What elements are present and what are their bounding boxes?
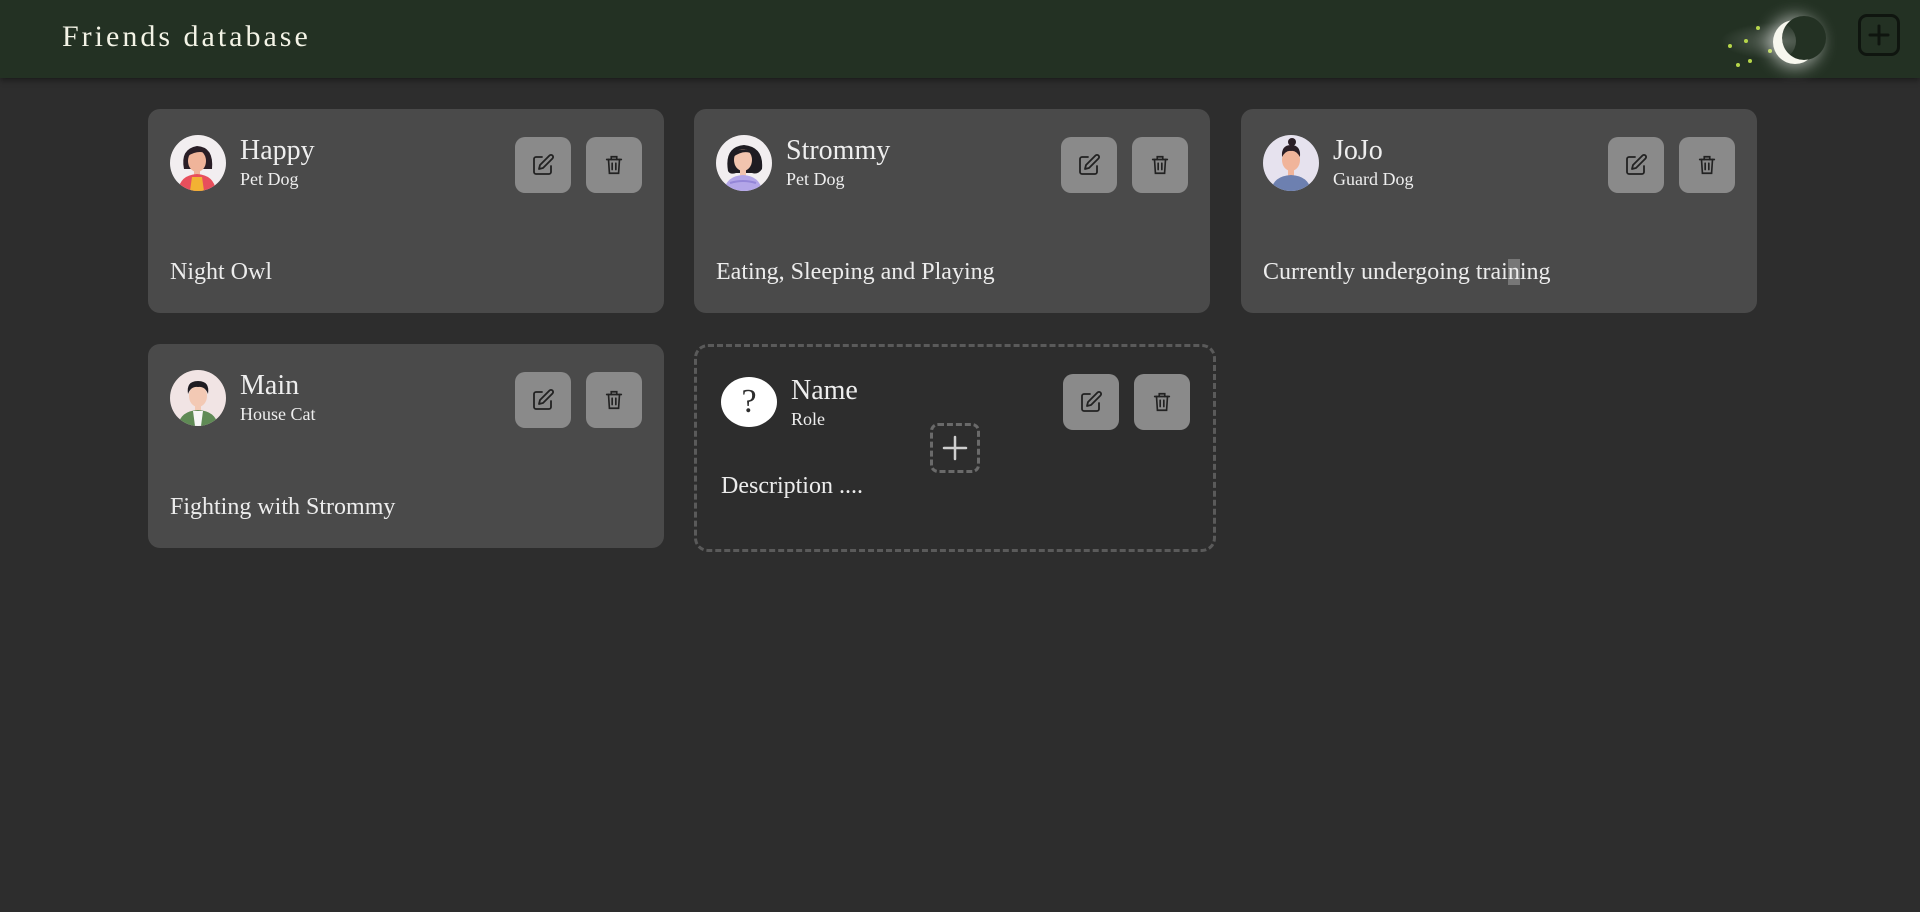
star-icon bbox=[1744, 39, 1748, 43]
avatar-man-icon bbox=[170, 370, 226, 426]
delete-button[interactable] bbox=[1134, 374, 1190, 430]
text-cursor-highlight: n bbox=[1507, 259, 1520, 285]
edit-button[interactable] bbox=[1063, 374, 1119, 430]
avatar-woman-icon bbox=[716, 135, 772, 191]
edit-icon bbox=[1079, 154, 1100, 175]
star-icon bbox=[1748, 59, 1752, 63]
app-title: Friends database bbox=[62, 20, 311, 53]
avatar-woman-icon bbox=[170, 135, 226, 191]
theme-toggle[interactable] bbox=[1716, 16, 1816, 67]
edit-icon bbox=[1626, 154, 1647, 175]
friend-card: JoJo Guard Dog Currently undergoing trai… bbox=[1241, 109, 1757, 313]
edit-button[interactable] bbox=[515, 372, 571, 428]
friend-name: Strommy bbox=[786, 135, 891, 166]
edit-icon bbox=[533, 389, 554, 410]
friend-description: Currently undergoing training bbox=[1263, 259, 1551, 286]
friend-role: House Cat bbox=[240, 404, 316, 424]
plus-icon bbox=[1868, 24, 1890, 46]
plus-icon bbox=[942, 435, 968, 461]
friend-name: Happy bbox=[240, 135, 315, 166]
star-icon bbox=[1768, 49, 1772, 53]
create-friend-button[interactable] bbox=[930, 423, 980, 473]
trash-icon bbox=[1698, 155, 1716, 175]
placeholder-avatar: ? bbox=[721, 377, 777, 427]
friend-description: Fighting with Strommy bbox=[170, 494, 396, 520]
friend-card: Strommy Pet Dog Eating, Sleeping and Pla… bbox=[694, 109, 1210, 313]
friend-card: Happy Pet Dog Night Owl bbox=[148, 109, 664, 313]
friend-role: Guard Dog bbox=[1333, 169, 1414, 189]
trash-icon bbox=[1151, 155, 1169, 175]
delete-button[interactable] bbox=[1679, 137, 1735, 193]
trash-icon bbox=[605, 155, 623, 175]
description-text: Currently undergoing trai bbox=[1263, 259, 1508, 285]
friend-name: Main bbox=[240, 370, 300, 401]
moon-icon bbox=[1782, 16, 1826, 60]
add-friend-button[interactable] bbox=[1858, 14, 1900, 56]
description-text: ing bbox=[1519, 259, 1551, 285]
delete-button[interactable] bbox=[586, 372, 642, 428]
role-placeholder[interactable]: Role bbox=[791, 409, 825, 430]
edit-button[interactable] bbox=[1608, 137, 1664, 193]
friend-role: Pet Dog bbox=[786, 169, 845, 189]
avatar-man-icon bbox=[1263, 135, 1319, 191]
star-icon bbox=[1756, 26, 1760, 30]
friend-card: Main House Cat Fighting with Strommy bbox=[148, 344, 664, 548]
app-header: Friends database bbox=[0, 0, 1920, 78]
name-placeholder[interactable]: Name bbox=[791, 375, 858, 407]
trash-icon bbox=[1153, 392, 1171, 412]
description-placeholder[interactable]: Description .... bbox=[721, 473, 863, 500]
friend-description: Night Owl bbox=[170, 259, 272, 285]
edit-icon bbox=[533, 154, 554, 175]
new-friend-card: ? Name Role Description .... bbox=[694, 344, 1216, 552]
friend-description: Eating, Sleeping and Playing bbox=[716, 259, 995, 285]
star-icon bbox=[1736, 63, 1740, 67]
star-icon bbox=[1728, 44, 1732, 48]
edit-button[interactable] bbox=[1061, 137, 1117, 193]
trash-icon bbox=[605, 390, 623, 410]
friend-role: Pet Dog bbox=[240, 169, 299, 189]
edit-icon bbox=[1081, 391, 1102, 412]
friend-name: JoJo bbox=[1333, 135, 1383, 166]
delete-button[interactable] bbox=[586, 137, 642, 193]
edit-button[interactable] bbox=[515, 137, 571, 193]
delete-button[interactable] bbox=[1132, 137, 1188, 193]
